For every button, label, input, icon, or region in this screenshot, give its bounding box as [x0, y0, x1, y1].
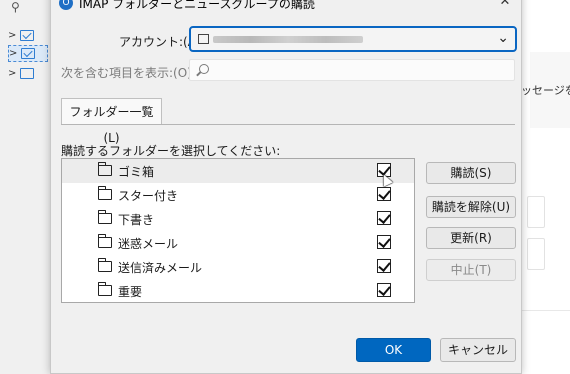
folder-row[interactable]: 迷惑メール [62, 231, 414, 255]
subscribe-dialog: O IMAP フォルダーとニュースグループの購読 ✕ アカウント:(A) ⌄ 次… [50, 0, 522, 374]
chevron-right-icon[interactable]: > [8, 68, 16, 79]
background-box [527, 196, 545, 228]
chevron-down-icon[interactable]: ⌄ [497, 30, 509, 46]
tab-folder-list[interactable]: フォルダー一覧(L) [61, 98, 162, 145]
dialog-title: IMAP フォルダーとニュースグループの購読 [79, 0, 315, 11]
refresh-button[interactable]: 更新(R) [426, 227, 516, 249]
folder-name: 送信済みメール [118, 261, 203, 275]
folder-row[interactable]: スター付き [62, 183, 414, 207]
folder-name: 迷惑メール [118, 237, 179, 251]
subscribe-checkbox[interactable] [377, 187, 391, 201]
ok-button[interactable]: OK [356, 338, 431, 362]
folder-icon [98, 282, 112, 296]
subscribe-checkbox[interactable] [377, 283, 391, 297]
folder-list: ゴミ箱 スター付き 下書き 迷惑メール 送信済みメール 重要 [61, 158, 415, 303]
tree-row[interactable]: > [8, 27, 48, 44]
tree-row-selected[interactable]: > [8, 45, 48, 62]
chevron-right-icon[interactable]: > [9, 48, 17, 59]
folder-row[interactable]: ゴミ箱 [62, 159, 414, 183]
search-icon [199, 64, 209, 74]
folder-row[interactable]: 重要 [62, 279, 414, 303]
mail-folder-icon [20, 30, 34, 41]
unsubscribe-button[interactable]: 購読を解除(U) [426, 196, 516, 218]
mail-folder-icon [21, 48, 35, 59]
background-folder-pane: ⚲ > > > [0, 0, 50, 374]
cancel-button[interactable]: キャンセル [440, 338, 516, 362]
filter-label: 次を含む項目を表示:(O) [61, 66, 192, 80]
stop-button[interactable]: 中止(T) [426, 259, 516, 281]
close-button[interactable]: ✕ [495, 0, 515, 11]
background-text: ッセージを [521, 84, 570, 97]
outlook-icon: O [59, 0, 73, 10]
folder-name: スター付き [118, 189, 179, 203]
subscribe-checkbox[interactable] [377, 211, 391, 225]
folder-icon [98, 186, 112, 200]
chevron-right-icon[interactable]: > [8, 30, 16, 41]
folder-name: 重要 [118, 285, 143, 299]
account-value-blurred [213, 36, 363, 43]
folder-icon [98, 210, 112, 224]
account-icon [198, 34, 209, 44]
subscribe-checkbox[interactable] [377, 259, 391, 273]
subscribe-button[interactable]: 購読(S) [426, 162, 516, 184]
folder-icon [98, 258, 112, 272]
folder-icon [20, 68, 34, 79]
background-box [527, 238, 545, 270]
filter-input[interactable] [189, 59, 515, 81]
subscribe-checkbox[interactable] [377, 235, 391, 249]
tab-divider [61, 124, 515, 125]
folder-icon [98, 162, 112, 176]
pin-icon: ⚲ [11, 0, 20, 14]
folder-icon [98, 234, 112, 248]
folder-name: 下書き [118, 213, 155, 227]
folder-row[interactable]: 送信済みメール [62, 255, 414, 279]
title-bar: O IMAP フォルダーとニュースグループの購読 ✕ [51, 0, 521, 11]
list-caption: 購読するフォルダーを選択してください: [61, 144, 281, 158]
tree-row[interactable]: > [8, 65, 48, 82]
divider [522, 310, 570, 311]
folder-name: ゴミ箱 [118, 165, 155, 179]
account-select[interactable]: ⌄ [189, 26, 517, 52]
folder-row[interactable]: 下書き [62, 207, 414, 231]
